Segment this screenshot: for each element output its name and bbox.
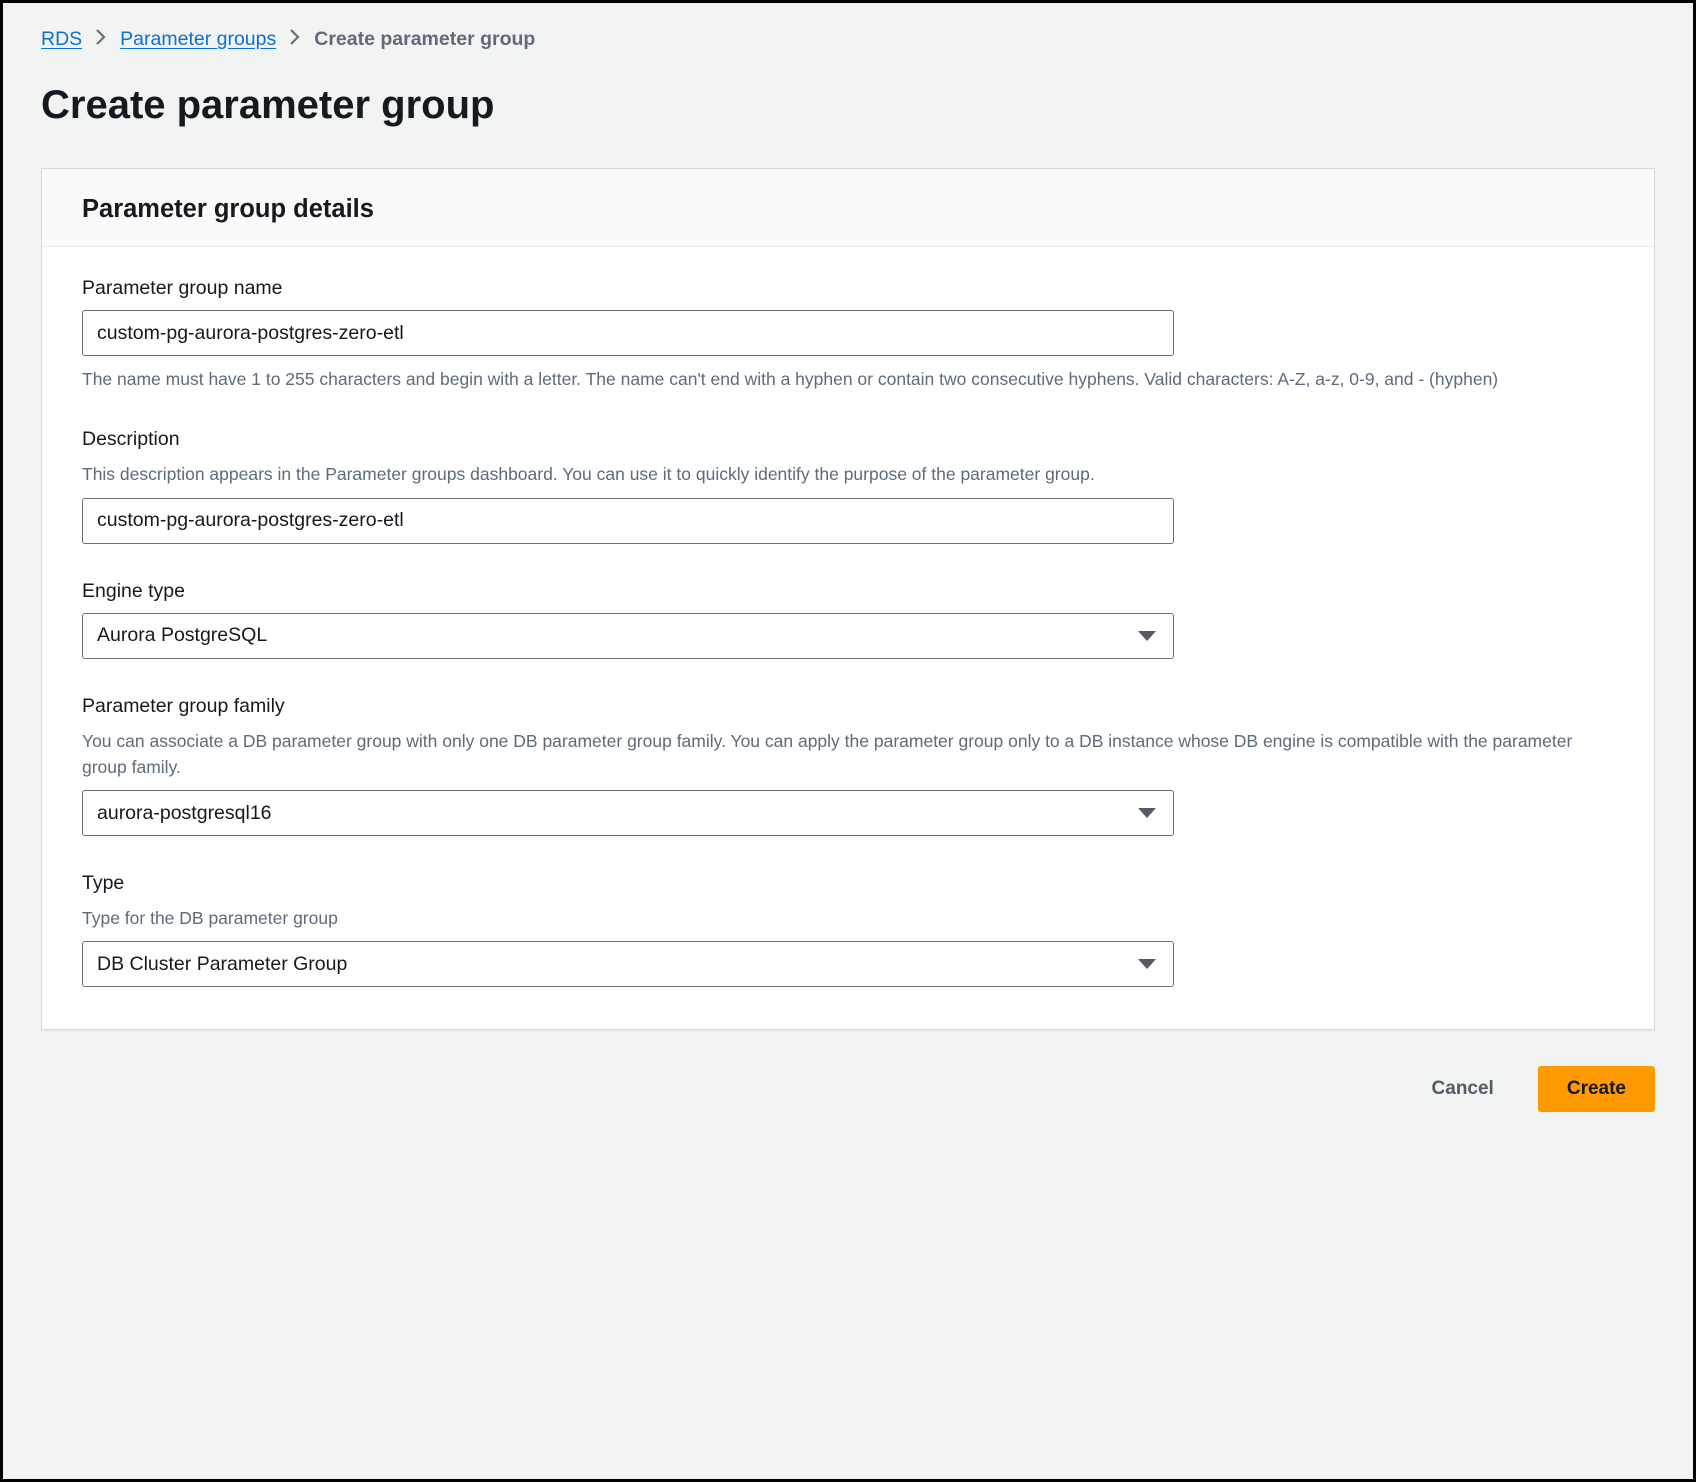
helper-description: This description appears in the Paramete… — [82, 461, 1614, 487]
select-engine-type[interactable] — [82, 613, 1174, 659]
breadcrumb-current: Create parameter group — [314, 28, 535, 51]
cancel-button[interactable]: Cancel — [1404, 1066, 1522, 1112]
label-description: Description — [82, 428, 1614, 451]
card-header: Parameter group details — [42, 169, 1654, 247]
breadcrumb: RDS Parameter groups Create parameter gr… — [41, 23, 1655, 51]
label-parameter-group-family: Parameter group family — [82, 695, 1614, 718]
page-title: Create parameter group — [41, 83, 1655, 128]
label-engine-type: Engine type — [82, 580, 1614, 603]
helper-parameter-group-family: You can associate a DB parameter group w… — [82, 728, 1614, 781]
card-title: Parameter group details — [82, 195, 1614, 224]
select-type[interactable] — [82, 941, 1174, 987]
breadcrumb-link-rds[interactable]: RDS — [41, 28, 82, 51]
chevron-right-icon — [96, 29, 106, 50]
helper-type: Type for the DB parameter group — [82, 905, 1614, 931]
breadcrumb-link-parameter-groups[interactable]: Parameter groups — [120, 28, 276, 51]
create-button[interactable]: Create — [1538, 1066, 1655, 1112]
form-group-engine-type: Engine type — [82, 580, 1614, 659]
form-group-description: Description This description appears in … — [82, 428, 1614, 543]
form-group-name: Parameter group name The name must have … — [82, 277, 1614, 392]
input-description[interactable] — [82, 498, 1174, 544]
label-parameter-group-name: Parameter group name — [82, 277, 1614, 300]
form-card: Parameter group details Parameter group … — [41, 168, 1655, 1030]
select-parameter-group-family[interactable] — [82, 790, 1174, 836]
label-type: Type — [82, 872, 1614, 895]
form-group-family: Parameter group family You can associate… — [82, 695, 1614, 837]
form-group-type: Type Type for the DB parameter group — [82, 872, 1614, 987]
chevron-right-icon — [290, 29, 300, 50]
footer-actions: Cancel Create — [41, 1030, 1655, 1112]
helper-parameter-group-name: The name must have 1 to 255 characters a… — [82, 366, 1614, 392]
input-parameter-group-name[interactable] — [82, 310, 1174, 356]
